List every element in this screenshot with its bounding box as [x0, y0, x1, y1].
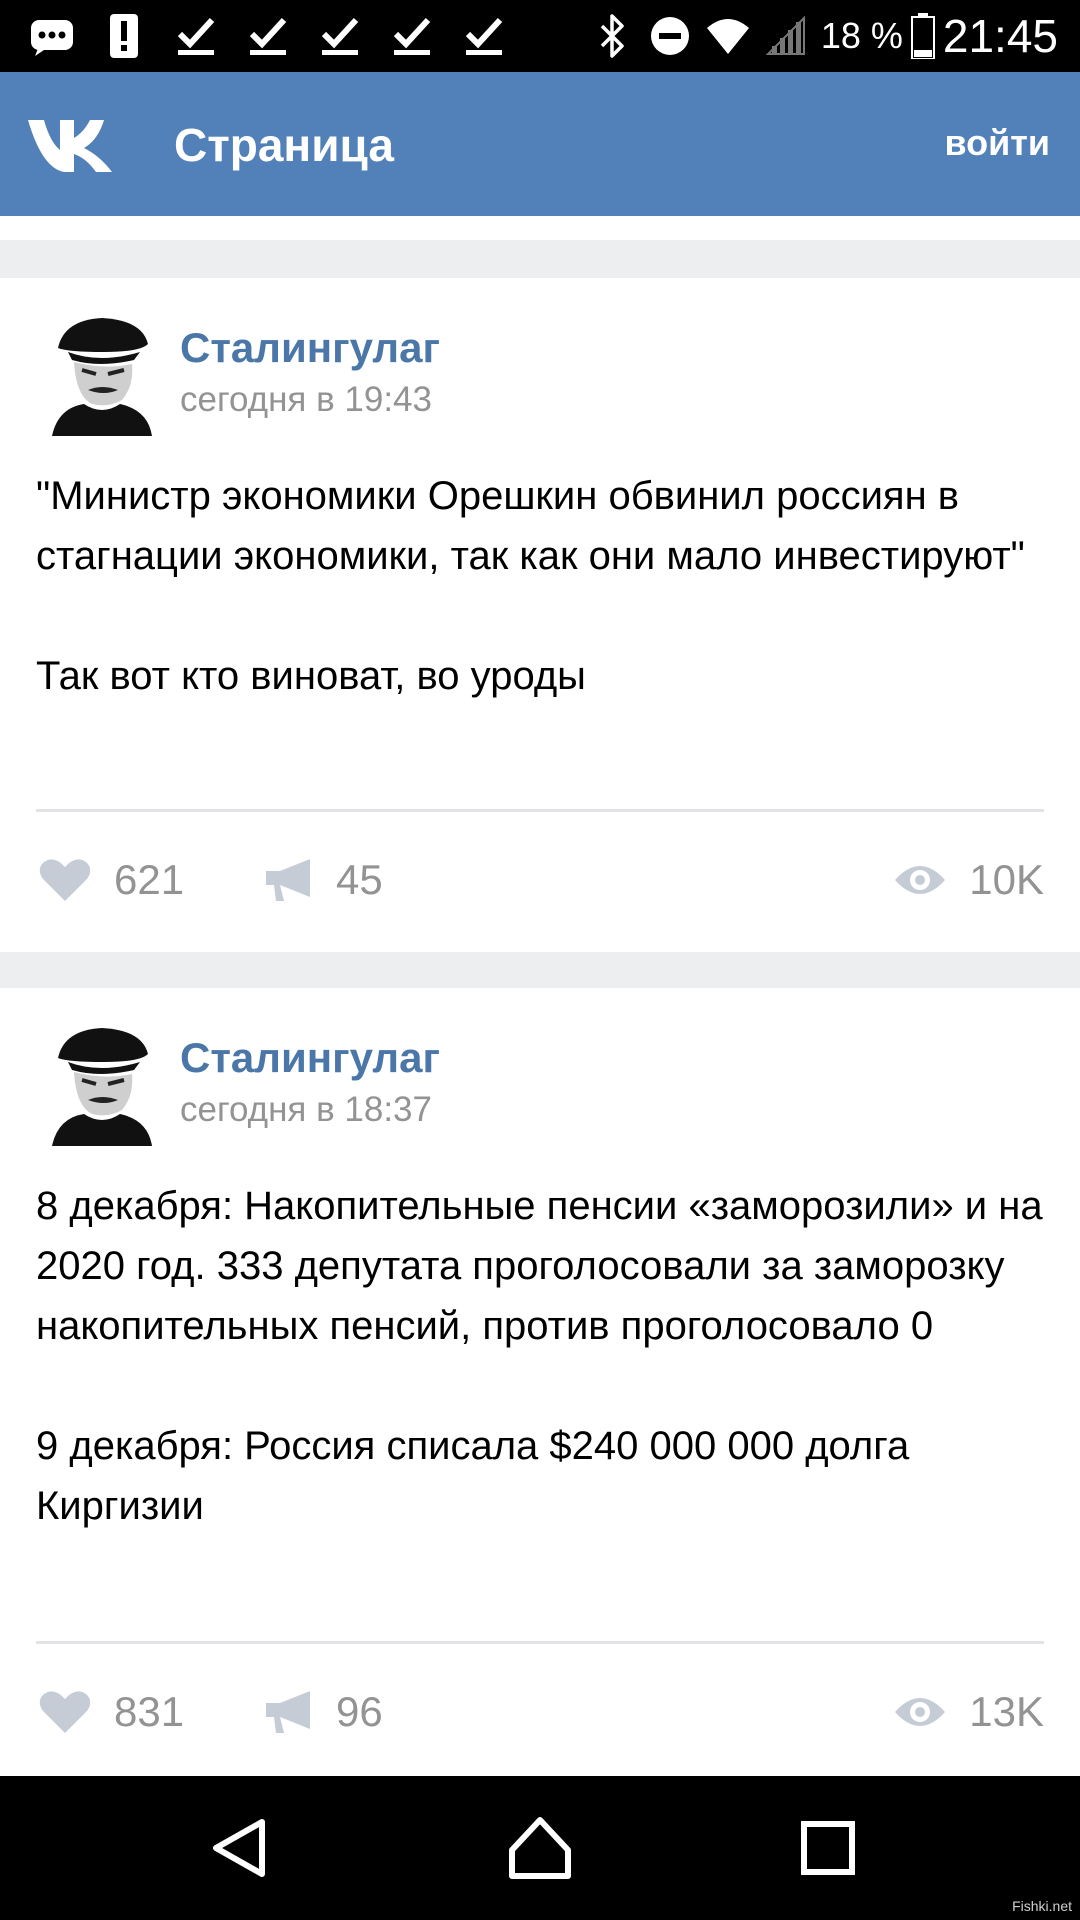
back-icon[interactable]: [190, 1798, 290, 1898]
system-nav-bar: Fishki.net: [0, 1776, 1080, 1920]
post-text: 8 декабря: Накопительные пенсии «замороз…: [36, 1176, 1046, 1536]
post-time: сегодня в 19:43: [180, 380, 432, 419]
like-button[interactable]: 831: [38, 1672, 184, 1752]
post-author[interactable]: Сталингулаг: [180, 324, 440, 372]
battery-percentage: 18 %: [820, 15, 903, 56]
post-footer: 621 45 10K: [0, 840, 1080, 920]
signal-icon: [763, 10, 809, 62]
views-count: 10K: [969, 856, 1044, 903]
divider: [36, 809, 1044, 812]
do-not-disturb-icon: [647, 10, 693, 62]
page-title: Страница: [174, 119, 394, 171]
eye-icon: [895, 866, 946, 894]
views-counter: 10K: [893, 840, 1044, 920]
post-paragraph: 9 декабря: Россия списала $240 000 000 д…: [36, 1424, 910, 1528]
download-done-icon: [314, 10, 366, 62]
eye-icon: [895, 1698, 946, 1726]
avatar[interactable]: [44, 312, 156, 436]
post-author[interactable]: Сталингулаг: [180, 1034, 440, 1082]
recents-icon[interactable]: [778, 1798, 878, 1898]
post-card: Сталингулаг сегодня в 18:37 8 декабря: Н…: [0, 988, 1080, 1778]
login-button[interactable]: войти: [944, 122, 1050, 164]
heart-icon: [39, 859, 91, 901]
vk-logo-icon[interactable]: [26, 112, 120, 176]
download-done-icon: [242, 10, 294, 62]
repost-button[interactable]: 45: [264, 840, 383, 920]
notification-icons: [26, 10, 530, 62]
post-paragraph: Так вот кто виноват, во уроды: [36, 654, 586, 698]
like-count: 621: [114, 856, 185, 903]
chat-bubble-icon: [26, 10, 78, 62]
wifi-icon: [705, 10, 751, 62]
megaphone-icon: [266, 859, 310, 901]
repost-count: 45: [336, 856, 383, 903]
post-paragraph: "Министр экономики Орешкин обвинил росси…: [36, 474, 1025, 578]
watermark: Fishki.net: [1012, 1898, 1072, 1914]
feed-top-strip: [0, 216, 1080, 240]
like-button[interactable]: 621: [38, 840, 184, 920]
alert-icon: [98, 10, 150, 62]
repost-button[interactable]: 96: [264, 1672, 383, 1752]
battery-icon: [910, 10, 935, 62]
avatar[interactable]: [44, 1022, 156, 1146]
repost-count: 96: [336, 1688, 383, 1735]
bluetooth-icon: [589, 10, 635, 62]
system-icons: 18 % 21:45: [589, 6, 1058, 66]
views-counter: 13K: [893, 1672, 1044, 1752]
views-count: 13K: [969, 1688, 1044, 1735]
post-paragraph: 8 декабря: Накопительные пенсии «замороз…: [36, 1184, 1043, 1348]
app-header: Страница войти: [0, 72, 1080, 216]
post-text: "Министр экономики Орешкин обвинил росси…: [36, 466, 1046, 706]
post-time: сегодня в 18:37: [180, 1090, 432, 1129]
heart-icon: [39, 1691, 91, 1733]
post-card: Сталингулаг сегодня в 19:43 "Министр эко…: [0, 278, 1080, 952]
divider: [36, 1641, 1044, 1644]
post-footer: 831 96 13K: [0, 1672, 1080, 1752]
like-count: 831: [114, 1688, 185, 1735]
clock: 21:45: [942, 10, 1058, 62]
download-done-icon: [386, 10, 438, 62]
megaphone-icon: [266, 1691, 310, 1733]
download-done-icon: [170, 10, 222, 62]
status-bar: 18 % 21:45: [0, 0, 1080, 72]
download-done-icon: [458, 10, 510, 62]
home-icon[interactable]: [490, 1798, 590, 1898]
